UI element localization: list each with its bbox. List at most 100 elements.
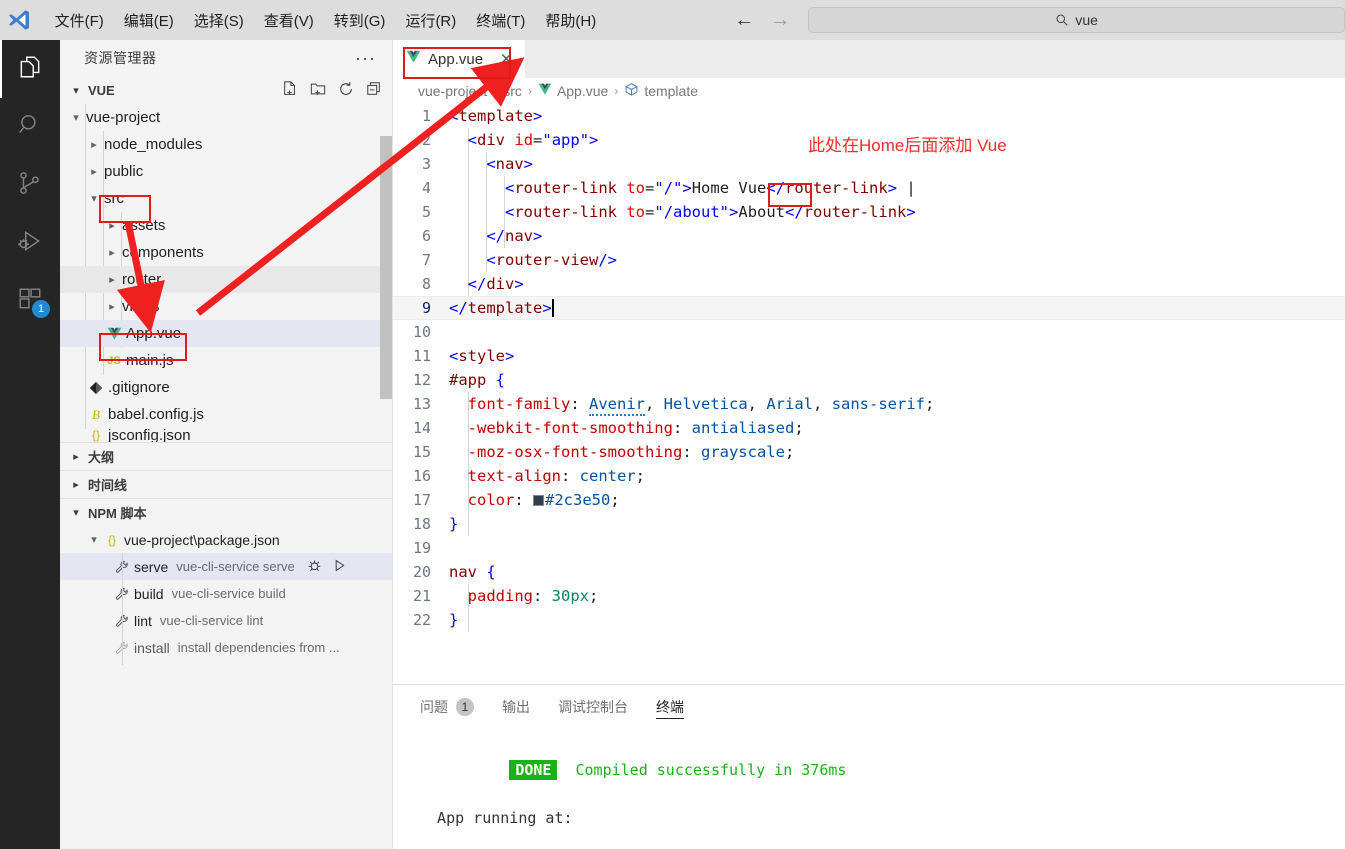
code-line[interactable]: 20nav { — [393, 560, 1345, 584]
collapse-all-icon[interactable] — [366, 81, 382, 100]
code-line[interactable]: 19 — [393, 536, 1345, 560]
menu-view[interactable]: 查看(V) — [254, 6, 324, 35]
menu-run[interactable]: 运行(R) — [395, 6, 466, 35]
npm-script-name: install — [134, 640, 170, 656]
debug-icon[interactable] — [307, 558, 322, 576]
panel-tab-terminal[interactable]: 终端 — [656, 685, 684, 729]
tree-item-src[interactable]: ▾ src — [60, 185, 392, 212]
breadcrumb-item-vue-project[interactable]: vue-project — [418, 83, 487, 99]
section-header-timeline[interactable]: ▸ 时间线 — [60, 470, 392, 498]
menu-go[interactable]: 转到(G) — [324, 6, 396, 35]
explorer-toolbar — [282, 81, 382, 100]
code-line[interactable]: 12#app { — [393, 368, 1345, 392]
npm-script-lint[interactable]: lint vue-cli-service lint — [60, 607, 392, 634]
activity-item-source-control[interactable] — [0, 156, 60, 214]
terminal-output[interactable]: DONE Compiled successfully in 376ms App … — [393, 729, 1345, 849]
code-line[interactable]: 18} — [393, 512, 1345, 536]
code-line[interactable]: 7 <router-view/> — [393, 248, 1345, 272]
code-token: div — [486, 275, 514, 293]
activity-item-extensions[interactable]: 1 — [0, 272, 60, 330]
npm-script-install[interactable]: install install dependencies from ... — [60, 634, 392, 661]
code-token — [449, 275, 468, 293]
section-header-vue-folder[interactable]: ▾ VUE — [60, 76, 392, 104]
code-line[interactable]: 13 font-family: Avenir, Helvetica, Arial… — [393, 392, 1345, 416]
code-token: < — [449, 107, 458, 125]
tree-item-gitignore[interactable]: .gitignore — [60, 374, 392, 401]
code-token — [449, 179, 505, 197]
menu-help[interactable]: 帮助(H) — [535, 6, 606, 35]
tree-item-main-js[interactable]: JS main.js — [60, 347, 392, 374]
code-line[interactable]: 21 padding: 30px; — [393, 584, 1345, 608]
section-header-npm-scripts[interactable]: ▾ NPM 脚本 — [60, 498, 392, 526]
tree-item-jsconfig-json[interactable]: {} jsconfig.json — [60, 428, 392, 442]
npm-package-json-row[interactable]: ▾ {} vue-project\package.json — [60, 526, 392, 553]
code-line[interactable]: 6 </nav> — [393, 224, 1345, 248]
editor-tab-app-vue[interactable]: App.vue ✕ — [393, 40, 525, 78]
tree-item-public[interactable]: ▸ public — [60, 158, 392, 185]
code-line[interactable]: 5 <router-link to="/about">About</router… — [393, 200, 1345, 224]
breadcrumb-item-src[interactable]: src — [503, 83, 522, 99]
code-token: < — [505, 203, 514, 221]
line-number: 20 — [393, 563, 449, 581]
code-line[interactable]: 17 color: #2c3e50; — [393, 488, 1345, 512]
close-icon[interactable]: ✕ — [500, 50, 513, 68]
new-folder-icon[interactable] — [310, 81, 326, 100]
chevron-down-icon: ▾ — [68, 84, 84, 97]
code-line[interactable]: 8 </div> — [393, 272, 1345, 296]
json-braces-icon: {} — [102, 533, 122, 547]
menu-selection[interactable]: 选择(S) — [184, 6, 254, 35]
run-icon[interactable] — [332, 558, 347, 576]
tree-item-app-vue[interactable]: App.vue — [60, 320, 392, 347]
code-token: #2c3e50 — [545, 491, 610, 509]
code-line-text: <router-link to="/">Home Vue</router-lin… — [449, 179, 916, 197]
activity-item-explorer[interactable] — [0, 40, 60, 98]
code-line[interactable]: 2 <div id="app"> — [393, 128, 1345, 152]
npm-script-build[interactable]: build vue-cli-service build — [60, 580, 392, 607]
code-token: > — [589, 131, 598, 149]
activity-item-search[interactable] — [0, 98, 60, 156]
tree-item-assets[interactable]: ▸ assets — [60, 212, 392, 239]
breadcrumb-item-template[interactable]: template — [624, 82, 698, 100]
code-line[interactable]: 15 -moz-osx-font-smoothing: grayscale; — [393, 440, 1345, 464]
breadcrumb-item-app-vue[interactable]: App.vue — [538, 83, 608, 99]
panel-tab-debug-console[interactable]: 调试控制台 — [558, 685, 628, 729]
new-file-icon[interactable] — [282, 81, 298, 100]
tree-item-vue-project[interactable]: ▾ vue-project — [60, 104, 392, 131]
vue-icon — [538, 83, 552, 99]
code-line-text: <div id="app"> — [449, 131, 598, 149]
code-line[interactable]: 14 -webkit-font-smoothing: antialiased; — [393, 416, 1345, 440]
tree-item-babel-config[interactable]: B babel.config.js — [60, 401, 392, 428]
code-line-text: padding: 30px; — [449, 587, 598, 605]
npm-script-serve[interactable]: serve vue-cli-service serve — [60, 553, 392, 580]
chevron-down-icon: ▾ — [86, 533, 102, 546]
tree-item-node-modules[interactable]: ▸ node_modules — [60, 131, 392, 158]
tree-item-components[interactable]: ▸ components — [60, 239, 392, 266]
code-line[interactable]: 9</template> — [393, 296, 1345, 320]
tree-item-router[interactable]: ▸ router — [60, 266, 392, 293]
activity-item-run-debug[interactable] — [0, 214, 60, 272]
code-line[interactable]: 4 <router-link to="/">Home Vue</router-l… — [393, 176, 1345, 200]
sidebar-more-actions-button[interactable]: ··· — [355, 53, 376, 63]
arrow-left-icon[interactable]: ← — [734, 10, 754, 30]
code-line[interactable]: 10 — [393, 320, 1345, 344]
panel-tab-problems[interactable]: 问题 1 — [420, 685, 474, 729]
tree-item-views[interactable]: ▸ views — [60, 293, 392, 320]
sidebar-scrollbar[interactable] — [380, 136, 392, 399]
command-center-search[interactable]: vue — [808, 7, 1345, 33]
panel-tab-output[interactable]: 输出 — [502, 685, 530, 729]
code-token — [505, 131, 514, 149]
arrow-right-icon[interactable]: → — [770, 10, 790, 30]
menu-edit[interactable]: 编辑(E) — [114, 6, 184, 35]
tree-item-label: components — [122, 244, 204, 261]
code-token — [486, 371, 495, 389]
refresh-icon[interactable] — [338, 81, 354, 100]
code-line[interactable]: 16 text-align: center; — [393, 464, 1345, 488]
section-header-outline[interactable]: ▸ 大纲 — [60, 442, 392, 470]
code-editor[interactable]: 1<template>2 <div id="app">3 <nav>4 <rou… — [393, 104, 1345, 684]
code-line[interactable]: 11<style> — [393, 344, 1345, 368]
menu-terminal[interactable]: 终端(T) — [466, 6, 535, 35]
code-line[interactable]: 3 <nav> — [393, 152, 1345, 176]
menu-file[interactable]: 文件(F) — [45, 6, 114, 35]
code-line[interactable]: 22} — [393, 608, 1345, 632]
code-line[interactable]: 1<template> — [393, 104, 1345, 128]
